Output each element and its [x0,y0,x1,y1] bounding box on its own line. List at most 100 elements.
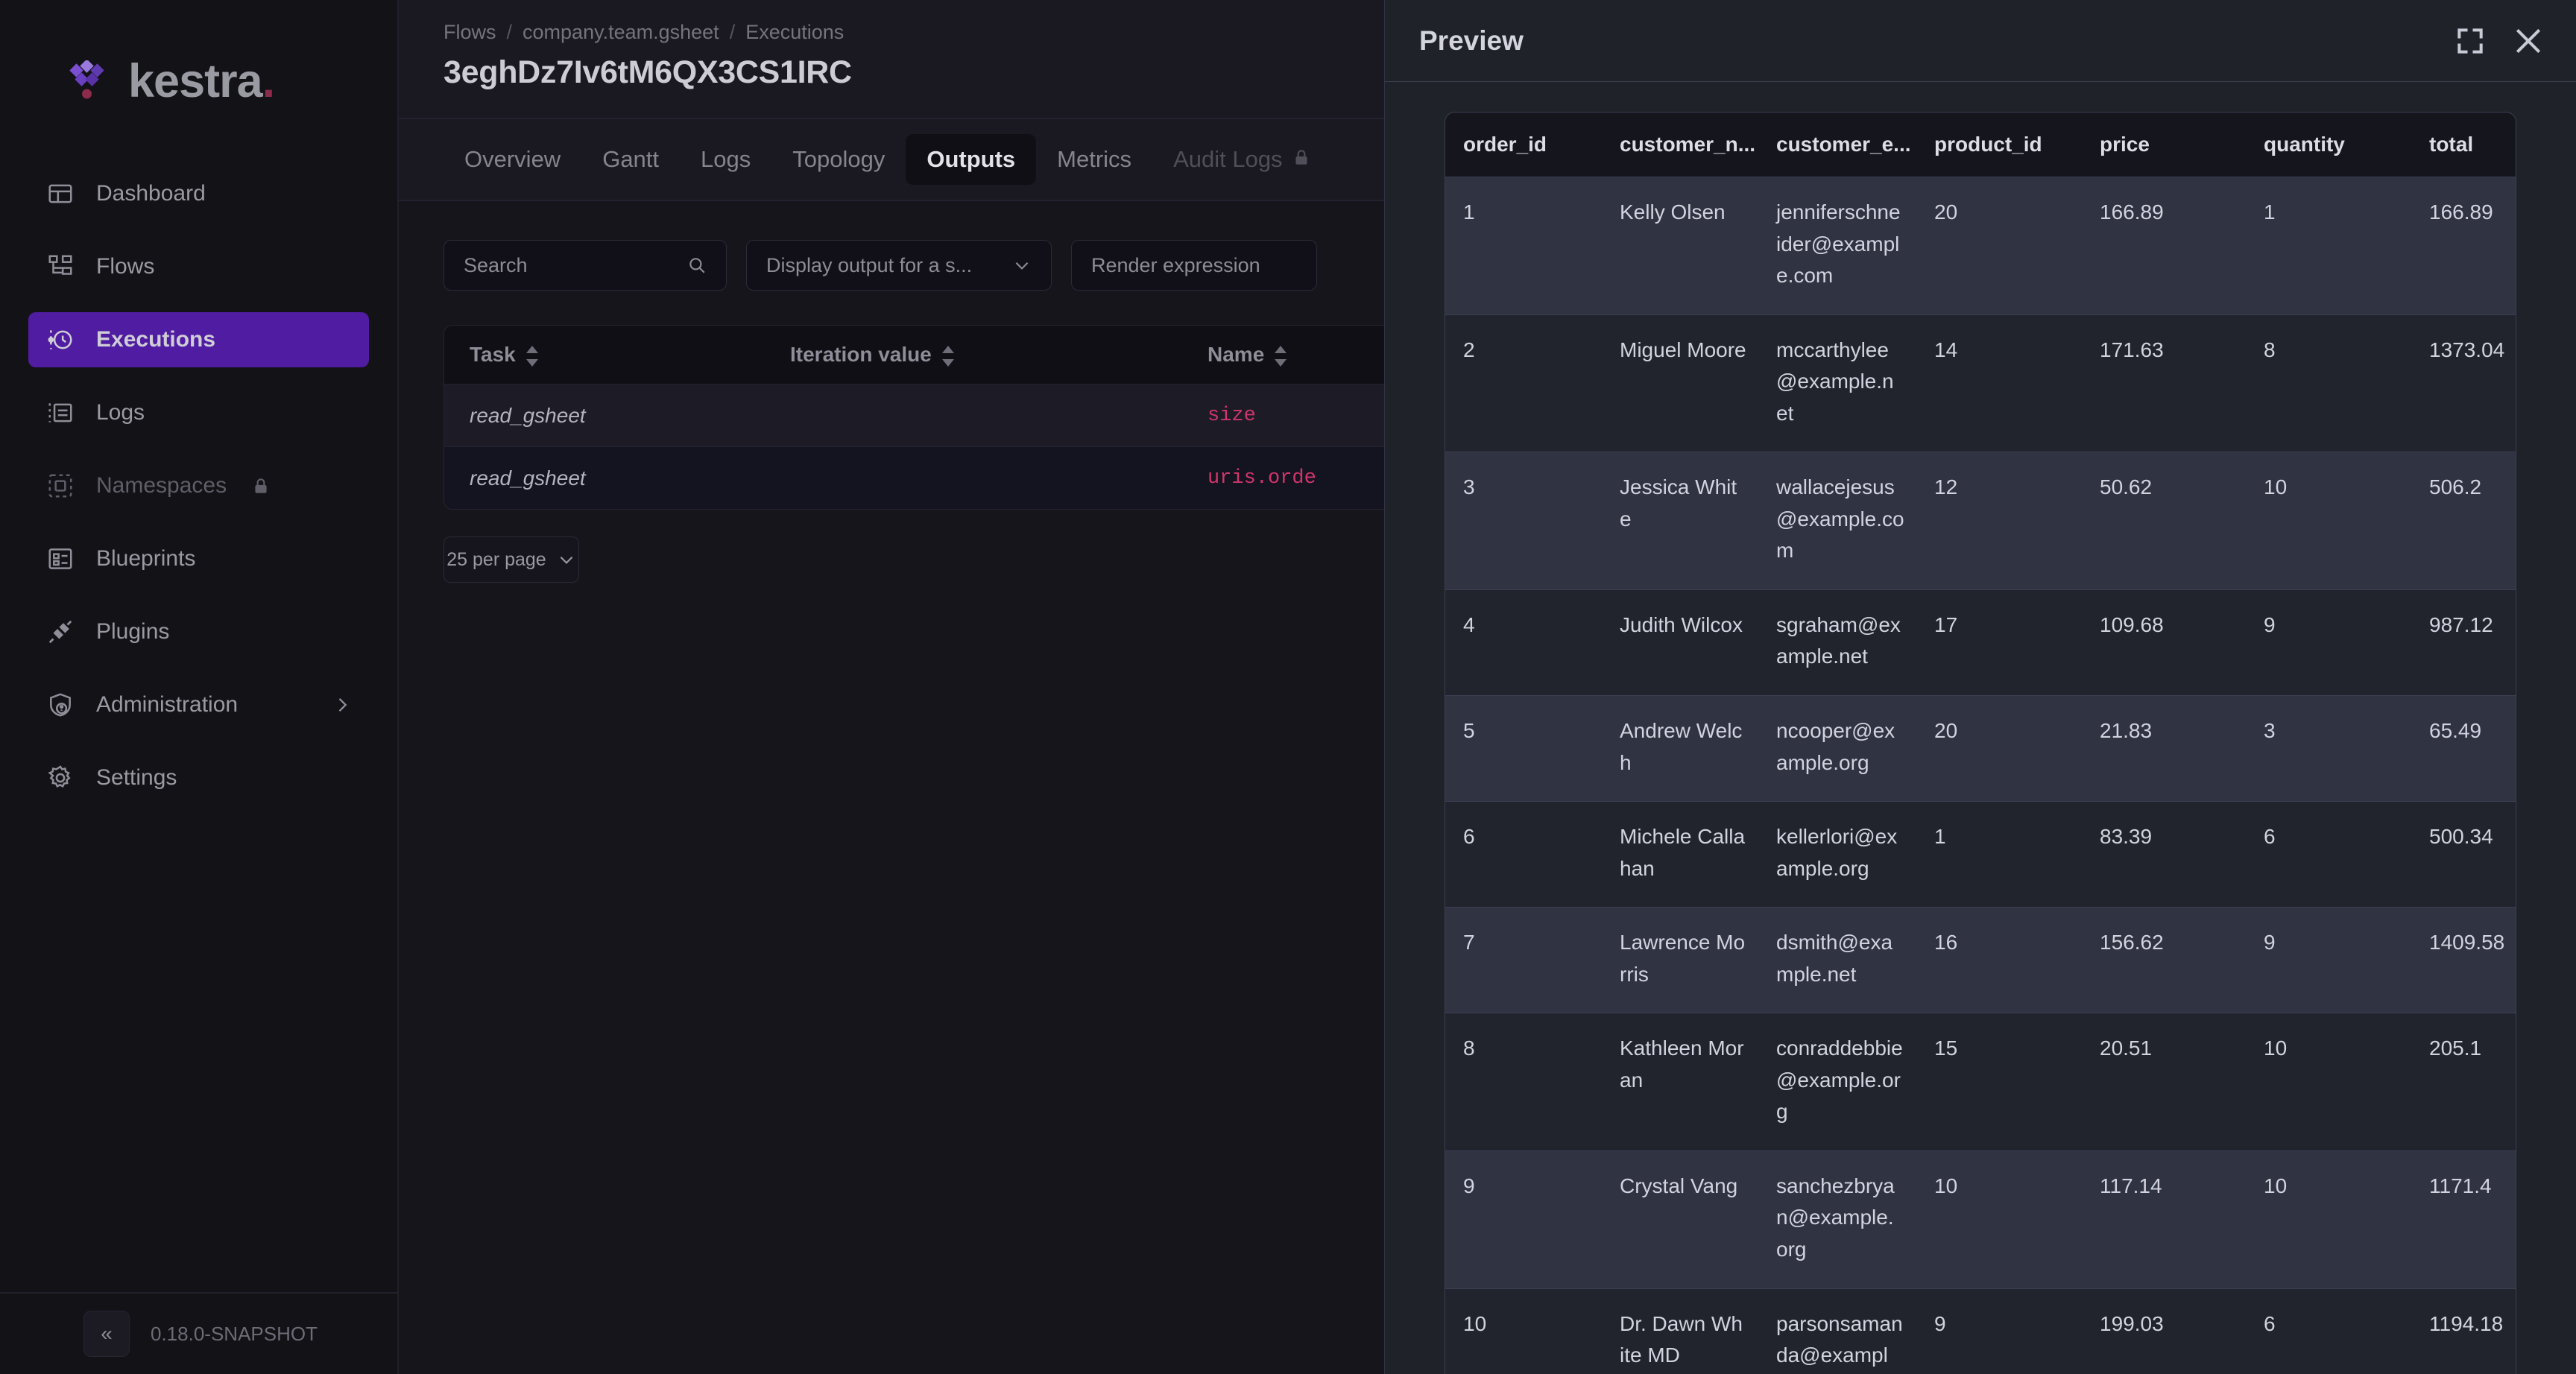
cell-product-id: 10 [1916,1151,2082,1288]
cell-customer-email: jenniferschneider@example.com [1758,177,1916,314]
settings-gear-icon [45,762,76,794]
sidebar-item-label: Executions [96,327,215,352]
brand-dot: . [262,55,275,107]
cell-price: 156.62 [2082,908,2246,1013]
tab-logs[interactable]: Logs [680,134,771,185]
breadcrumb-namespace[interactable]: company.team.gsheet [523,21,719,44]
collapse-sidebar-button[interactable]: « [83,1311,130,1357]
chevron-right-icon [332,694,353,715]
sidebar-item-plugins[interactable]: Plugins [28,604,369,659]
sort-icon [941,344,956,365]
table-row[interactable]: read_gsheet size [444,384,1531,446]
cell-customer-name: Michele Callahan [1602,802,1758,907]
preview-table-header: order_id customer_n... customer_e... pro… [1445,113,2516,177]
cell-customer-name: Crystal Vang [1602,1151,1758,1288]
cell-total: 500.34 [2411,802,2516,907]
cell-quantity: 6 [2246,802,2411,907]
sidebar-item-flows[interactable]: Flows [28,239,369,294]
cell-customer-name: Andrew Welch [1602,696,1758,801]
chevron-down-icon [557,550,576,569]
table-row[interactable]: read_gsheet uris.orde [444,446,1531,509]
tab-outputs[interactable]: Outputs [906,134,1036,185]
cell-quantity: 10 [2246,1151,2411,1288]
sidebar-item-settings[interactable]: Settings [28,750,369,805]
sidebar-item-administration[interactable]: Administration [28,677,369,732]
cell-quantity: 9 [2246,908,2411,1013]
cell-total: 1194.18 [2411,1289,2516,1374]
sidebar-item-label: Settings [96,765,177,791]
sidebar-item-blueprints[interactable]: Blueprints [28,531,369,586]
sidebar-item-logs[interactable]: Logs [28,385,369,440]
cell-order-id: 10 [1445,1289,1602,1374]
executions-icon [45,324,76,355]
cell-total: 987.12 [2411,590,2516,695]
table-row[interactable]: 8Kathleen Moranconraddebbie@example.org1… [1445,1013,2516,1150]
brand-name: kestra. [128,58,274,105]
tab-metrics[interactable]: Metrics [1036,134,1152,185]
cell-product-id: 1 [1916,802,2082,907]
close-icon[interactable] [2512,25,2545,57]
preview-header: Preview [1385,0,2576,82]
tab-audit-logs[interactable]: Audit Logs [1152,134,1332,185]
search-field[interactable] [443,240,727,291]
column-header-iteration-value[interactable]: Iteration value [790,343,1208,367]
table-row[interactable]: 5Andrew Welchncooper@example.org2021.833… [1445,695,2516,801]
table-row[interactable]: 6 Michele Callahankellerlori@example.org1… [1445,801,2516,907]
sidebar-item-dashboard[interactable]: Dashboard [28,166,369,221]
lock-icon [1292,146,1311,173]
table-row[interactable]: 9Crystal Vangsanchezbryan@example.org101… [1445,1150,2516,1288]
cell-total: 65.49 [2411,696,2516,801]
plugins-icon [45,616,76,648]
table-row[interactable]: 1Kelly Olsenjenniferschneider@example.co… [1445,177,2516,314]
tab-gantt[interactable]: Gantt [581,134,680,185]
cell-total: 166.89 [2411,177,2516,314]
cell-customer-email: conraddebbie@example.org [1758,1013,1916,1150]
preview-title: Preview [1419,25,1524,57]
brand-logo[interactable]: kestra. [0,0,397,105]
cell-order-id: 1 [1445,177,1602,314]
render-expression-button[interactable]: Render expression [1071,240,1317,291]
cell-price: 171.63 [2082,315,2246,452]
cell-customer-email: kellerlori@example.org [1758,802,1916,907]
breadcrumb-executions[interactable]: Executions [745,21,844,44]
namespaces-icon [45,470,76,501]
cell-price: 50.62 [2082,452,2246,589]
cell-total: 1409.58 [2411,908,2516,1013]
cell-total: 1373.04 [2411,315,2516,452]
expand-icon[interactable] [2454,25,2487,57]
cell-product-id: 12 [1916,452,2082,589]
tab-label: Audit Logs [1173,146,1283,173]
cell-quantity: 10 [2246,1013,2411,1150]
breadcrumb-flows[interactable]: Flows [443,21,496,44]
cell-customer-name: Lawrence Morris [1602,908,1758,1013]
cell-product-id: 20 [1916,696,2082,801]
cell-customer-email: sgraham@example.net [1758,590,1916,695]
cell-order-id: 5 [1445,696,1602,801]
table-row[interactable]: 3Jessica Whitewallacejesus@example.com12… [1445,452,2516,589]
table-row[interactable]: 4Judith Wilcoxsgraham@example.net17109.6… [1445,589,2516,695]
column-header-task[interactable]: Task [470,343,790,367]
tab-topology[interactable]: Topology [771,134,906,185]
sidebar-item-namespaces[interactable]: Namespaces [28,458,369,513]
display-output-select[interactable]: Display output for a s... [746,240,1052,291]
cell-price: 166.89 [2082,177,2246,314]
cell-order-id: 2 [1445,315,1602,452]
lock-icon [251,476,271,496]
version-label: 0.18.0-SNAPSHOT [151,1323,318,1346]
search-input[interactable] [464,254,687,277]
table-row[interactable]: 10Dr. Dawn White MDparsonsamanda@example… [1445,1288,2516,1374]
preview-body: order_id customer_n... customer_e... pro… [1385,82,2576,1374]
sidebar-item-executions[interactable]: Executions [28,312,369,367]
table-row[interactable]: 7Lawrence Morrisdsmith@example.net16156.… [1445,907,2516,1013]
sidebar-footer: « 0.18.0-SNAPSHOT [0,1292,397,1374]
cell-customer-name: Dr. Dawn White MD [1602,1289,1758,1374]
cell-quantity: 10 [2246,452,2411,589]
per-page-select[interactable]: 25 per page [443,536,579,583]
cell-customer-email: sanchezbryan@example.org [1758,1151,1916,1288]
column-header-customer-email: customer_e... [1758,133,1916,156]
blueprints-icon [45,543,76,574]
tab-overview[interactable]: Overview [443,134,581,185]
column-header-product-id: product_id [1916,133,2082,156]
table-row[interactable]: 2Miguel Mooremccarthylee@example.net1417… [1445,314,2516,452]
cell-price: 117.14 [2082,1151,2246,1288]
